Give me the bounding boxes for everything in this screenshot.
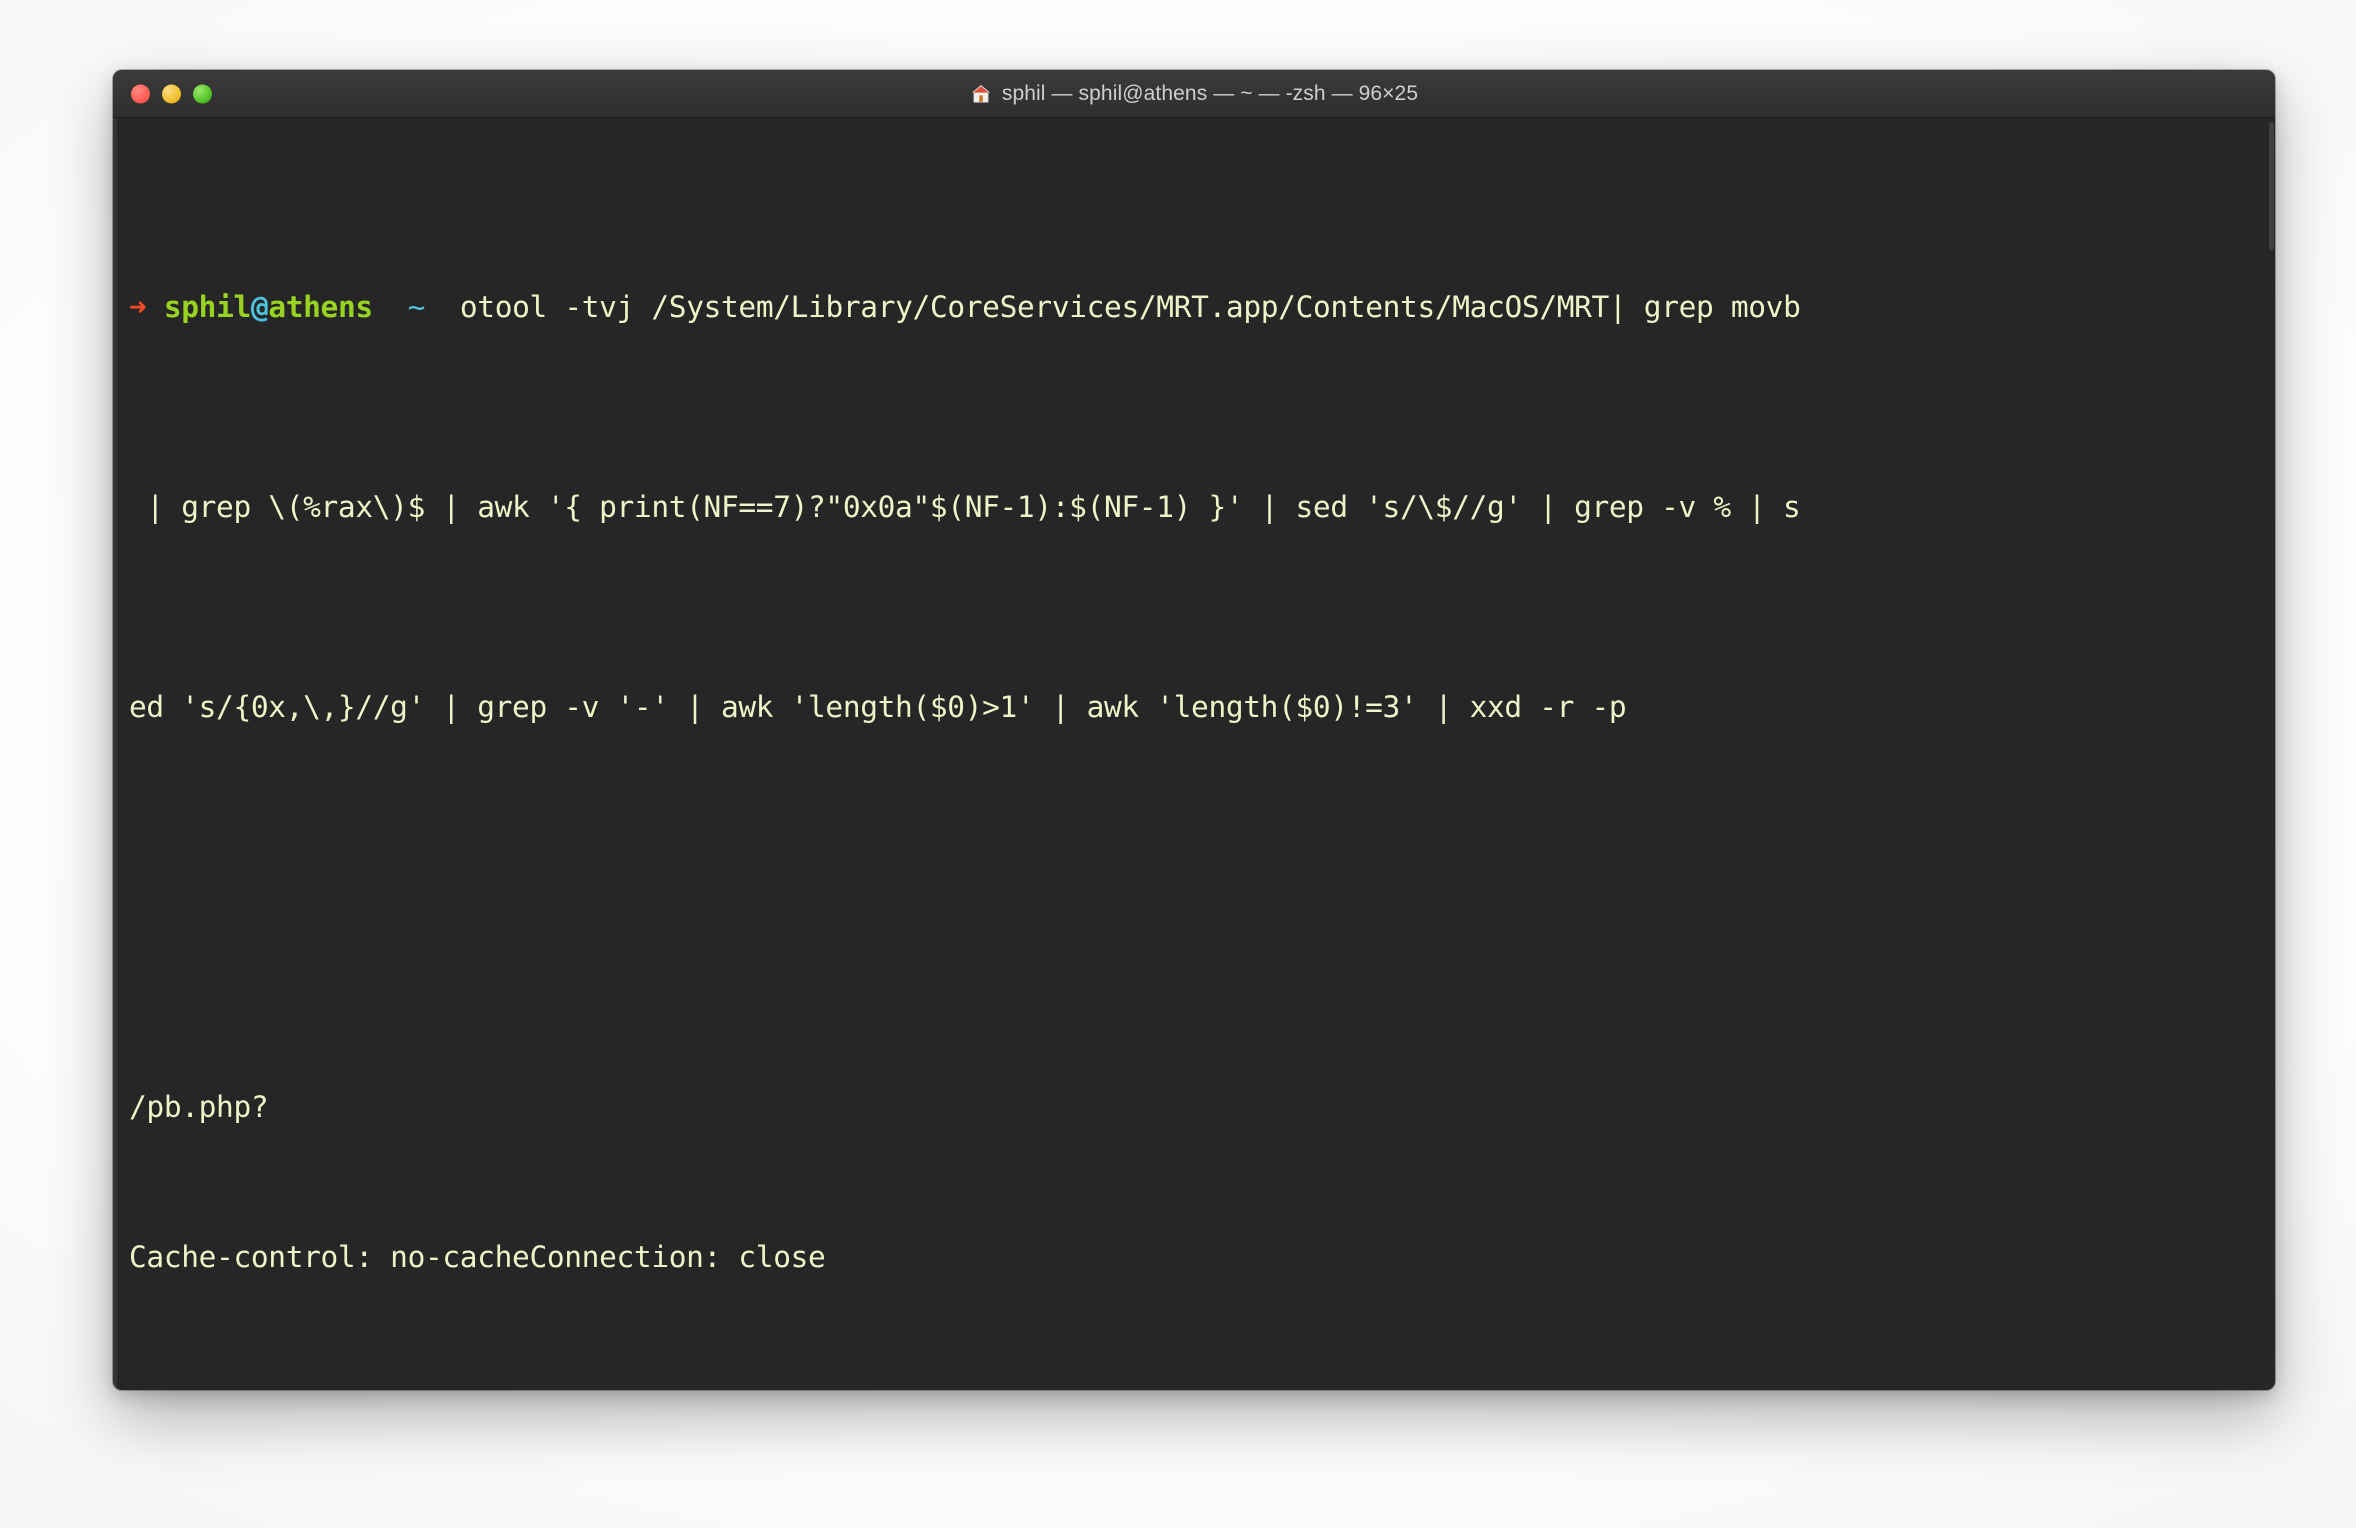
command-line-2: | grep \(%rax\)$ | awk '{ print(NF==7)?"… <box>129 490 1801 524</box>
terminal-scrollbar[interactable] <box>2268 118 2275 1390</box>
desktop-background: sphil — sphil@athens — ~ — -zsh — 96×25 … <box>0 0 2356 1528</box>
output-line: sendPostback <box>129 1382 2259 1390</box>
minimize-window-button[interactable] <box>162 84 181 103</box>
terminal-scrollbar-thumb[interactable] <box>2269 122 2274 250</box>
terminal-window: sphil — sphil@athens — ~ — -zsh — 96×25 … <box>113 70 2275 1390</box>
command-line-3: ed 's/{0x,\,}//g' | grep -v '-' | awk 'l… <box>129 690 1627 724</box>
output-line: /pb.php? <box>129 1090 269 1124</box>
command-line-1: otool -tvj /System/Library/CoreServices/… <box>425 290 1801 324</box>
prompt-line: ➜ sphil@athens ~ otool -tvj /System/Libr… <box>129 282 2259 332</box>
window-controls <box>131 84 212 103</box>
prompt-user: sphil <box>163 290 251 324</box>
terminal-content-area[interactable]: ➜ sphil@athens ~ otool -tvj /System/Libr… <box>113 118 2275 1390</box>
command-line-2-row: | grep \(%rax\)$ | awk '{ print(NF==7)?"… <box>129 482 2259 532</box>
prompt-arrow-icon: ➜ <box>129 290 147 324</box>
terminal-text-buffer: ➜ sphil@athens ~ otool -tvj /System/Libr… <box>113 132 2275 1390</box>
window-title-text: sphil — sphil@athens — ~ — -zsh — 96×25 <box>1001 81 1419 105</box>
window-title-group: sphil — sphil@athens — ~ — -zsh — 96×25 <box>113 70 2275 117</box>
zoom-window-button[interactable] <box>193 84 212 103</box>
terminal-left-gutter <box>113 118 117 1390</box>
command-line-3-row: ed 's/{0x,\,}//g' | grep -v '-' | awk 'l… <box>129 682 2259 732</box>
prompt-host: athens <box>268 290 373 324</box>
prompt-at-sign: @ <box>250 290 269 324</box>
window-titlebar[interactable]: sphil — sphil@athens — ~ — -zsh — 96×25 <box>113 70 2275 118</box>
prompt-cwd: ~ <box>407 290 426 324</box>
output-line: Cache-control: no-cacheConnection: close <box>129 1240 826 1274</box>
close-window-button[interactable] <box>131 84 150 103</box>
house-icon <box>970 83 992 105</box>
